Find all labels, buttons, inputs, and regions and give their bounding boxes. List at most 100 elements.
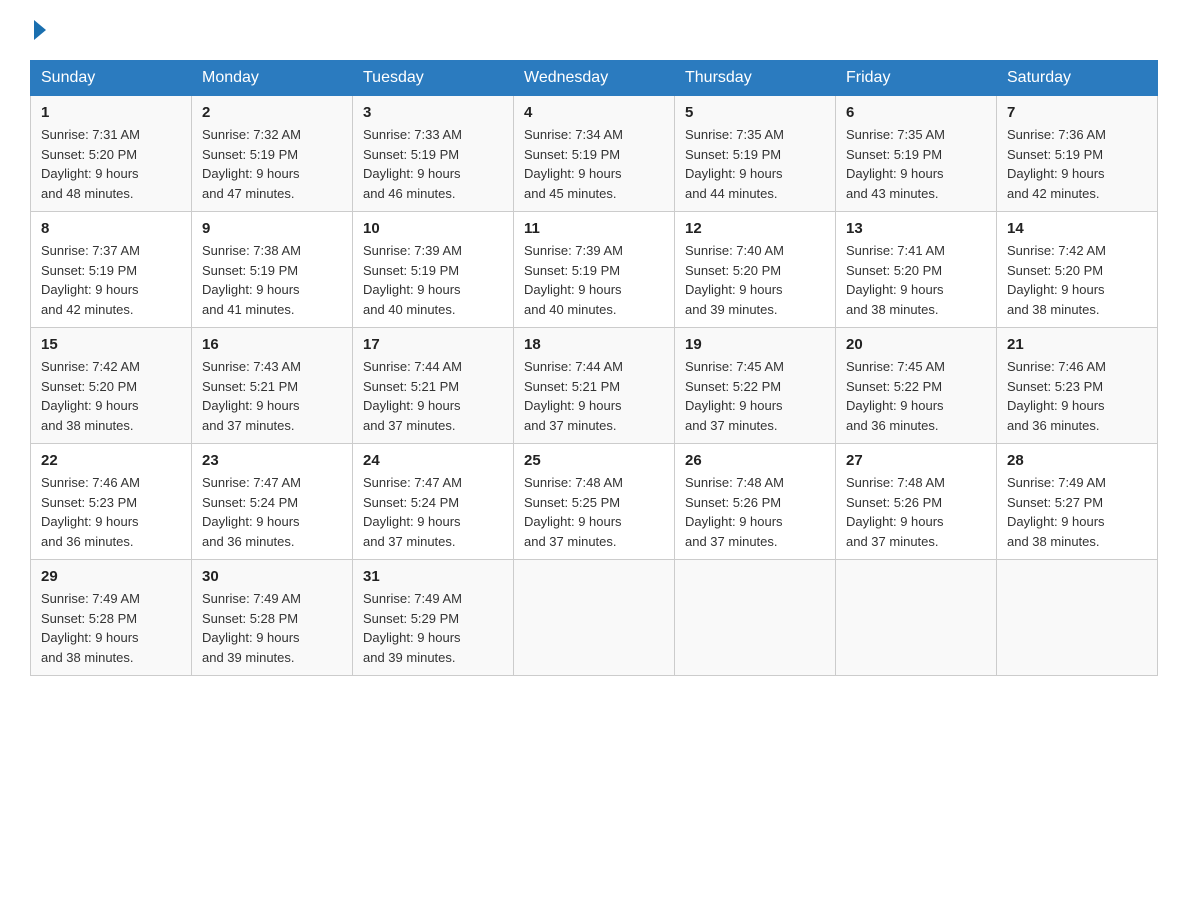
calendar-header-saturday: Saturday — [997, 61, 1158, 96]
calendar-cell: 30 Sunrise: 7:49 AMSunset: 5:28 PMDayligh… — [192, 560, 353, 676]
day-number: 23 — [202, 452, 342, 469]
day-info: Sunrise: 7:49 AMSunset: 5:27 PMDaylight:… — [1007, 473, 1147, 551]
day-number: 9 — [202, 220, 342, 237]
day-number: 27 — [846, 452, 986, 469]
day-number: 16 — [202, 336, 342, 353]
day-number: 1 — [41, 104, 181, 121]
day-number: 24 — [363, 452, 503, 469]
day-info: Sunrise: 7:42 AMSunset: 5:20 PMDaylight:… — [41, 357, 181, 435]
day-number: 29 — [41, 568, 181, 585]
calendar-week-row: 8 Sunrise: 7:37 AMSunset: 5:19 PMDaylight… — [31, 212, 1158, 328]
day-info: Sunrise: 7:45 AMSunset: 5:22 PMDaylight:… — [685, 357, 825, 435]
day-number: 12 — [685, 220, 825, 237]
day-info: Sunrise: 7:49 AMSunset: 5:28 PMDaylight:… — [41, 589, 181, 667]
logo-triangle-icon — [34, 20, 46, 40]
calendar-cell: 13 Sunrise: 7:41 AMSunset: 5:20 PMDayligh… — [836, 212, 997, 328]
day-info: Sunrise: 7:39 AMSunset: 5:19 PMDaylight:… — [363, 241, 503, 319]
calendar-cell: 10 Sunrise: 7:39 AMSunset: 5:19 PMDayligh… — [353, 212, 514, 328]
calendar-cell: 20 Sunrise: 7:45 AMSunset: 5:22 PMDayligh… — [836, 328, 997, 444]
page-header — [30, 20, 1158, 40]
calendar-cell: 18Sunrise: 7:44 AMSunset: 5:21 PMDayligh… — [514, 328, 675, 444]
day-number: 13 — [846, 220, 986, 237]
day-info: Sunrise: 7:46 AMSunset: 5:23 PMDaylight:… — [1007, 357, 1147, 435]
calendar-cell — [675, 560, 836, 676]
calendar-cell: 23 Sunrise: 7:47 AMSunset: 5:24 PMDayligh… — [192, 444, 353, 560]
day-number: 2 — [202, 104, 342, 121]
calendar-cell: 21 Sunrise: 7:46 AMSunset: 5:23 PMDayligh… — [997, 328, 1158, 444]
calendar-cell: 14Sunrise: 7:42 AMSunset: 5:20 PMDayligh… — [997, 212, 1158, 328]
day-info: Sunrise: 7:33 AMSunset: 5:19 PMDaylight:… — [363, 125, 503, 203]
calendar-cell: 7Sunrise: 7:36 AMSunset: 5:19 PMDaylight… — [997, 96, 1158, 212]
day-info: Sunrise: 7:38 AMSunset: 5:19 PMDaylight:… — [202, 241, 342, 319]
calendar-cell: 17 Sunrise: 7:44 AMSunset: 5:21 PMDayligh… — [353, 328, 514, 444]
calendar-cell: 31Sunrise: 7:49 AMSunset: 5:29 PMDayligh… — [353, 560, 514, 676]
calendar-week-row: 22Sunrise: 7:46 AMSunset: 5:23 PMDayligh… — [31, 444, 1158, 560]
calendar-cell — [836, 560, 997, 676]
day-number: 28 — [1007, 452, 1147, 469]
day-info: Sunrise: 7:43 AMSunset: 5:21 PMDaylight:… — [202, 357, 342, 435]
calendar-table: SundayMondayTuesdayWednesdayThursdayFrid… — [30, 60, 1158, 676]
calendar-header-row: SundayMondayTuesdayWednesdayThursdayFrid… — [31, 61, 1158, 96]
calendar-cell: 3Sunrise: 7:33 AMSunset: 5:19 PMDaylight… — [353, 96, 514, 212]
calendar-cell: 2 Sunrise: 7:32 AMSunset: 5:19 PMDaylight… — [192, 96, 353, 212]
day-info: Sunrise: 7:44 AMSunset: 5:21 PMDaylight:… — [363, 357, 503, 435]
calendar-cell: 28 Sunrise: 7:49 AMSunset: 5:27 PMDayligh… — [997, 444, 1158, 560]
calendar-header-friday: Friday — [836, 61, 997, 96]
day-number: 20 — [846, 336, 986, 353]
logo-blue-text — [30, 20, 46, 40]
calendar-cell — [514, 560, 675, 676]
day-number: 17 — [363, 336, 503, 353]
day-info: Sunrise: 7:47 AMSunset: 5:24 PMDaylight:… — [363, 473, 503, 551]
day-number: 6 — [846, 104, 986, 121]
day-number: 21 — [1007, 336, 1147, 353]
day-info: Sunrise: 7:47 AMSunset: 5:24 PMDaylight:… — [202, 473, 342, 551]
calendar-cell: 8 Sunrise: 7:37 AMSunset: 5:19 PMDaylight… — [31, 212, 192, 328]
calendar-cell: 27 Sunrise: 7:48 AMSunset: 5:26 PMDayligh… — [836, 444, 997, 560]
day-info: Sunrise: 7:45 AMSunset: 5:22 PMDaylight:… — [846, 357, 986, 435]
day-number: 7 — [1007, 104, 1147, 121]
calendar-week-row: 15 Sunrise: 7:42 AMSunset: 5:20 PMDayligh… — [31, 328, 1158, 444]
day-info: Sunrise: 7:48 AMSunset: 5:26 PMDaylight:… — [846, 473, 986, 551]
calendar-cell: 24 Sunrise: 7:47 AMSunset: 5:24 PMDayligh… — [353, 444, 514, 560]
day-number: 11 — [524, 220, 664, 237]
day-number: 26 — [685, 452, 825, 469]
calendar-cell: 15 Sunrise: 7:42 AMSunset: 5:20 PMDayligh… — [31, 328, 192, 444]
logo — [30, 20, 46, 40]
day-number: 30 — [202, 568, 342, 585]
calendar-week-row: 1Sunrise: 7:31 AMSunset: 5:20 PMDaylight… — [31, 96, 1158, 212]
calendar-week-row: 29 Sunrise: 7:49 AMSunset: 5:28 PMDayligh… — [31, 560, 1158, 676]
day-info: Sunrise: 7:41 AMSunset: 5:20 PMDaylight:… — [846, 241, 986, 319]
calendar-header-monday: Monday — [192, 61, 353, 96]
day-number: 19 — [685, 336, 825, 353]
calendar-header-tuesday: Tuesday — [353, 61, 514, 96]
calendar-cell: 19 Sunrise: 7:45 AMSunset: 5:22 PMDayligh… — [675, 328, 836, 444]
day-info: Sunrise: 7:34 AMSunset: 5:19 PMDaylight:… — [524, 125, 664, 203]
day-info: Sunrise: 7:37 AMSunset: 5:19 PMDaylight:… — [41, 241, 181, 319]
day-info: Sunrise: 7:39 AMSunset: 5:19 PMDaylight:… — [524, 241, 664, 319]
day-info: Sunrise: 7:40 AMSunset: 5:20 PMDaylight:… — [685, 241, 825, 319]
calendar-cell: 12 Sunrise: 7:40 AMSunset: 5:20 PMDayligh… — [675, 212, 836, 328]
day-number: 25 — [524, 452, 664, 469]
day-info: Sunrise: 7:48 AMSunset: 5:25 PMDaylight:… — [524, 473, 664, 551]
calendar-cell: 22Sunrise: 7:46 AMSunset: 5:23 PMDayligh… — [31, 444, 192, 560]
calendar-header-wednesday: Wednesday — [514, 61, 675, 96]
day-number: 10 — [363, 220, 503, 237]
calendar-header-thursday: Thursday — [675, 61, 836, 96]
day-number: 15 — [41, 336, 181, 353]
day-number: 8 — [41, 220, 181, 237]
calendar-cell: 26 Sunrise: 7:48 AMSunset: 5:26 PMDayligh… — [675, 444, 836, 560]
day-info: Sunrise: 7:46 AMSunset: 5:23 PMDaylight:… — [41, 473, 181, 551]
day-info: Sunrise: 7:48 AMSunset: 5:26 PMDaylight:… — [685, 473, 825, 551]
day-info: Sunrise: 7:32 AMSunset: 5:19 PMDaylight:… — [202, 125, 342, 203]
calendar-header-sunday: Sunday — [31, 61, 192, 96]
calendar-cell: 11 Sunrise: 7:39 AMSunset: 5:19 PMDayligh… — [514, 212, 675, 328]
day-info: Sunrise: 7:49 AMSunset: 5:28 PMDaylight:… — [202, 589, 342, 667]
day-info: Sunrise: 7:35 AMSunset: 5:19 PMDaylight:… — [685, 125, 825, 203]
day-number: 31 — [363, 568, 503, 585]
calendar-cell: 25 Sunrise: 7:48 AMSunset: 5:25 PMDayligh… — [514, 444, 675, 560]
day-number: 14 — [1007, 220, 1147, 237]
calendar-cell: 1Sunrise: 7:31 AMSunset: 5:20 PMDaylight… — [31, 96, 192, 212]
calendar-cell: 16 Sunrise: 7:43 AMSunset: 5:21 PMDayligh… — [192, 328, 353, 444]
calendar-cell: 29 Sunrise: 7:49 AMSunset: 5:28 PMDayligh… — [31, 560, 192, 676]
day-info: Sunrise: 7:35 AMSunset: 5:19 PMDaylight:… — [846, 125, 986, 203]
